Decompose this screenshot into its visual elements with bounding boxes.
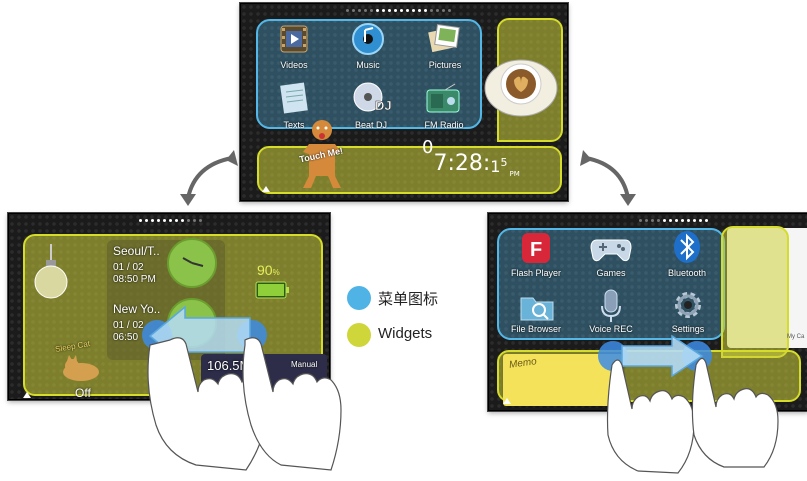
- app-label-file-browser[interactable]: File Browser: [505, 324, 567, 334]
- arrowhead-right-top-icon: [580, 150, 592, 166]
- clock-sec-tens: 1: [490, 157, 501, 176]
- arrowhead-left-top-icon: [226, 150, 238, 166]
- radio-icon[interactable]: [425, 83, 461, 119]
- app-label-flash-player[interactable]: Flash Player: [505, 268, 567, 278]
- time1-label: 08:50 PM: [113, 274, 156, 285]
- gamepad-icon[interactable]: [590, 236, 632, 267]
- date1-label: 01 / 02: [113, 262, 144, 273]
- arrowhead-right-bottom-icon: [620, 194, 636, 206]
- page-indicator-left: [139, 219, 205, 222]
- app-label-games[interactable]: Games: [589, 268, 633, 278]
- legend-widget-label: Widgets: [378, 325, 433, 342]
- app-label-beat-dj[interactable]: Beat DJ: [349, 120, 393, 130]
- app-label-fm-radio[interactable]: FM Radio: [421, 120, 467, 130]
- gear-icon[interactable]: [671, 288, 705, 327]
- analog-clock-1: [167, 238, 217, 288]
- battery-value: 90%: [257, 262, 280, 278]
- clock-minutes: 28: [454, 151, 483, 176]
- legend-widget-dot: [347, 323, 371, 347]
- page-indicator-right: [639, 219, 711, 222]
- clock-sec-ones: 5: [500, 156, 508, 169]
- notepad-icon[interactable]: [279, 80, 309, 121]
- city1-label: Seoul/T..: [113, 244, 160, 258]
- volume-icon[interactable]: 🔈: [255, 382, 267, 393]
- arrowhead-left-bottom-icon: [180, 194, 196, 206]
- light-bulb-icon[interactable]: [31, 244, 71, 309]
- time2-label: 06:50: [113, 332, 139, 343]
- app-label-pictures[interactable]: Pictures: [423, 60, 467, 70]
- curved-arrow-left-icon: [186, 156, 233, 199]
- city2-label: New Yo..: [113, 302, 161, 316]
- widget-panel-right-top: [721, 226, 789, 358]
- off-button[interactable]: Off: [75, 386, 91, 399]
- curved-arrow-right-icon: [585, 156, 630, 199]
- photos-icon[interactable]: [427, 22, 461, 61]
- corner-triangle-icon: [262, 186, 270, 192]
- app-label-settings[interactable]: Settings: [665, 324, 711, 334]
- clock-hour-tens: 0: [422, 137, 434, 158]
- app-label-voice-rec[interactable]: Voice REC: [587, 324, 635, 334]
- radio-mode[interactable]: Manual: [291, 360, 317, 369]
- dj-disc-icon[interactable]: DJ: [351, 80, 392, 121]
- analog-clock-2: [167, 298, 217, 348]
- app-label-videos[interactable]: Videos: [273, 60, 315, 70]
- coffee-cup-icon[interactable]: [481, 48, 561, 123]
- legend-menu-dot: [347, 286, 371, 310]
- battery-icon: [255, 280, 291, 305]
- battery-number: 90: [257, 262, 273, 278]
- music-cd-icon[interactable]: [351, 22, 385, 61]
- cat-icon[interactable]: [61, 354, 101, 387]
- svg-text:DJ: DJ: [375, 98, 392, 113]
- folder-search-icon[interactable]: [519, 292, 555, 327]
- film-icon[interactable]: [279, 24, 309, 59]
- legend-menu-label: 菜单图标: [378, 291, 439, 308]
- corner-triangle-icon-left: [23, 392, 31, 398]
- partial-widget-label: My Ca: [787, 334, 805, 340]
- clock-ampm: PM: [509, 170, 520, 178]
- top-screen: Videos Music Pictures Texts DJ Beat DJ F…: [240, 3, 568, 201]
- clock-hour-ones: 7: [433, 151, 448, 176]
- app-label-music[interactable]: Music: [348, 60, 388, 70]
- clock-hands-icon: [182, 257, 204, 267]
- svg-text:F: F: [530, 239, 542, 261]
- forward-icon[interactable]: ⏭: [297, 382, 306, 393]
- date2-label: 01 / 02: [113, 320, 144, 331]
- microphone-icon[interactable]: [599, 288, 623, 329]
- left-screen: Seoul/T.. 01 / 02 08:50 PM New Yo.. 01 /…: [8, 213, 330, 400]
- app-label-bluetooth[interactable]: Bluetooth: [661, 268, 713, 278]
- flash-icon[interactable]: F: [521, 232, 551, 269]
- corner-triangle-icon-right: [503, 398, 511, 404]
- radio-frequency: 106.5MHz: [207, 358, 267, 373]
- right-screen: My Ca F Flash Player Games Bluetooth Fil…: [488, 213, 807, 411]
- rewind-icon[interactable]: ⏮: [215, 382, 224, 393]
- page-indicator: [346, 9, 454, 12]
- clock-sep: :: [447, 151, 455, 176]
- digital-clock: 07:28:15PM: [422, 137, 520, 178]
- bluetooth-icon[interactable]: [673, 230, 701, 269]
- battery-unit: %: [272, 268, 280, 277]
